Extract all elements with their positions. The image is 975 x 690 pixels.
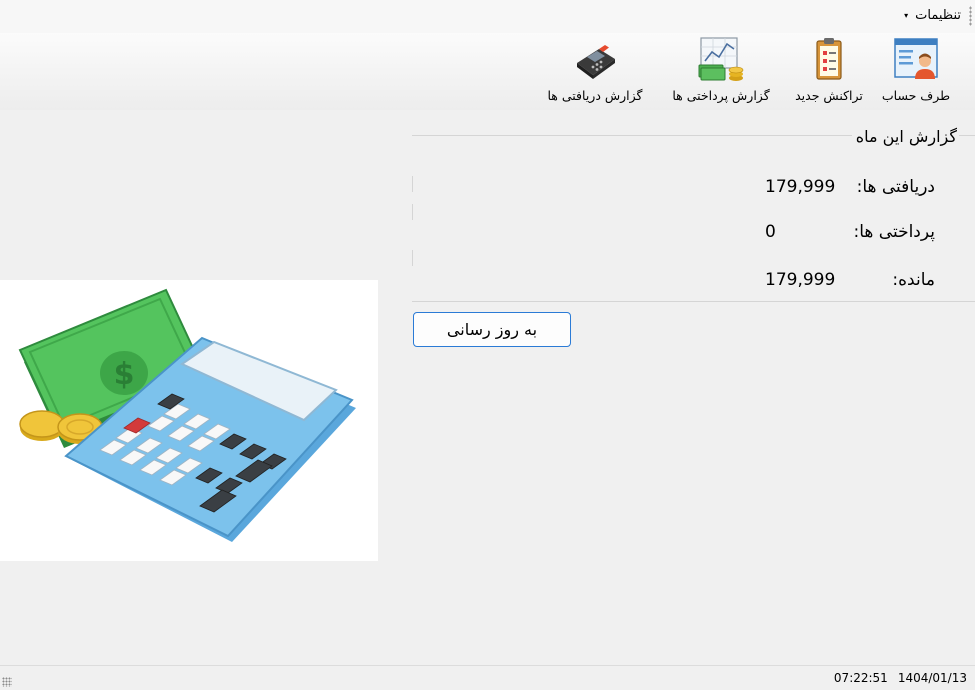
- status-bar: 07:22:51 1404/01/13: [0, 665, 975, 690]
- toolbar: طرف حساب تراکنش جدید گزارش پرداختی ها گز…: [0, 33, 975, 110]
- toolbar-new-transaction-label: تراکنش جدید: [795, 88, 863, 103]
- receipts-row: دریافتی ها: 179,999: [765, 177, 935, 197]
- resize-grip[interactable]: [2, 677, 12, 687]
- status-time: 07:22:51: [833, 671, 888, 685]
- toolbar-accounts-label: طرف حساب: [881, 88, 951, 103]
- toolbar-payments-report-label: گزارش پرداختی ها: [672, 88, 770, 103]
- toolbar-new-transaction-button[interactable]: تراکنش جدید: [789, 33, 869, 110]
- balance-label: مانده:: [892, 270, 935, 290]
- calculator-money-illustration: $: [18, 288, 356, 542]
- refresh-button[interactable]: به روز رسانی: [413, 312, 571, 347]
- calculator-money-image: $: [0, 280, 378, 561]
- clipboard-icon: [816, 38, 842, 80]
- group-divider: [412, 250, 413, 266]
- toolbar-payments-report-button[interactable]: گزارش پرداختی ها: [666, 33, 776, 110]
- payments-row: پرداختی ها: 0: [765, 222, 935, 242]
- group-divider: [412, 176, 413, 192]
- card-reader-icon: [577, 45, 615, 79]
- svg-text:$: $: [114, 357, 135, 392]
- settings-menu-label: تنظیمات: [915, 8, 961, 23]
- toolbar-receipts-report-label: گزارش دریافتی ها: [547, 88, 643, 103]
- balance-row: مانده: 179,999: [765, 270, 935, 290]
- menu-bar: تنظیمات ▾: [0, 0, 975, 33]
- status-date: 1404/01/13: [897, 671, 967, 685]
- contact-card-icon: [894, 38, 938, 79]
- chart-money-icon: [698, 37, 744, 81]
- monthly-report-group: گزارش این ماه دریافتی ها: 179,999 پرداخت…: [412, 127, 975, 302]
- monthly-report-title: گزارش این ماه: [851, 127, 959, 146]
- chevron-down-icon: ▾: [904, 11, 909, 20]
- group-divider: [412, 204, 413, 220]
- settings-menu[interactable]: تنظیمات ▾: [904, 8, 961, 23]
- receipts-value: 179,999: [765, 177, 836, 197]
- menu-grip[interactable]: [969, 6, 972, 26]
- payments-value: 0: [765, 222, 776, 242]
- receipts-label: دریافتی ها:: [856, 177, 935, 197]
- toolbar-receipts-report-button[interactable]: گزارش دریافتی ها: [537, 33, 653, 110]
- balance-value: 179,999: [765, 270, 836, 290]
- toolbar-accounts-button[interactable]: طرف حساب: [877, 33, 955, 110]
- status-datetime: 07:22:51 1404/01/13: [834, 671, 967, 685]
- payments-label: پرداختی ها:: [853, 222, 936, 242]
